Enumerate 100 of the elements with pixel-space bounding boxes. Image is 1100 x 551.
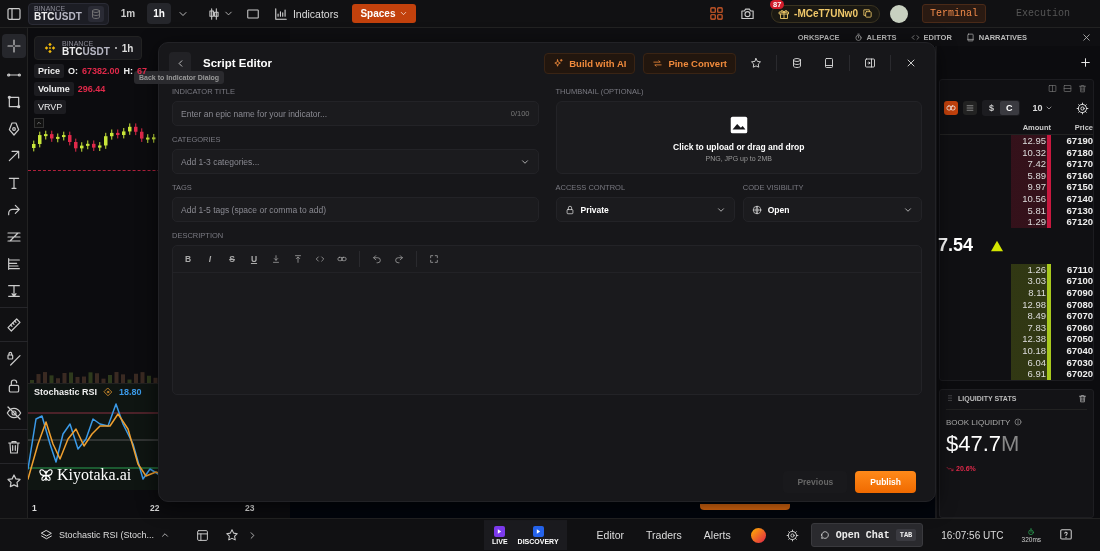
series-label: Price xyxy=(34,64,65,78)
settings-icon[interactable] xyxy=(1076,101,1089,115)
mode-tab[interactable]: Terminal xyxy=(921,4,986,23)
axis-label: 1 xyxy=(32,503,37,513)
axis-label: 23 xyxy=(245,503,255,513)
columns-icon[interactable] xyxy=(1048,84,1057,93)
action-button[interactable]: Pine Convert xyxy=(643,52,736,74)
stat-unit: M xyxy=(1001,430,1020,457)
subscript-icon[interactable] xyxy=(271,254,281,264)
format-button[interactable]: S xyxy=(227,254,237,264)
candle xyxy=(32,140,36,152)
description-editor[interactable]: B I S U xyxy=(172,245,922,395)
nav-link[interactable]: Traders xyxy=(646,529,682,541)
close-icon[interactable] xyxy=(1081,31,1092,43)
interval-tab[interactable]: 1m xyxy=(114,3,142,24)
nav-link[interactable]: Alerts xyxy=(703,529,731,541)
categories-select[interactable]: Add 1-3 categories... xyxy=(181,152,514,171)
candle xyxy=(104,132,108,149)
title-input[interactable]: Enter an epic name for your indicator... xyxy=(181,104,505,123)
format-button[interactable]: U xyxy=(249,254,259,264)
dropdown[interactable]: Open xyxy=(742,197,922,222)
candle xyxy=(152,133,156,143)
user-avatar[interactable] xyxy=(889,4,908,23)
tags-input[interactable]: Add 1-5 tags (space or comma to add) xyxy=(181,200,530,219)
fibonacci-icon[interactable] xyxy=(5,255,22,272)
link-icon[interactable] xyxy=(337,254,347,264)
add-icon[interactable] xyxy=(1079,56,1092,69)
ohlc-label: O: xyxy=(68,66,79,76)
superscript-icon[interactable] xyxy=(293,254,303,264)
star-icon[interactable] xyxy=(5,472,22,489)
settings-icon[interactable] xyxy=(785,528,799,542)
interval-label: 1h xyxy=(121,42,134,54)
currency-toggle[interactable]: C xyxy=(1000,101,1019,115)
candle xyxy=(80,142,84,152)
app-icon xyxy=(532,525,544,537)
square-icon[interactable] xyxy=(245,6,260,21)
format-button[interactable]: I xyxy=(205,254,215,264)
brand-name: Kiyotaka.ai xyxy=(57,466,132,484)
candlestick-icon[interactable] xyxy=(206,6,221,21)
format-button[interactable]: B xyxy=(183,254,193,264)
theme-toggle[interactable] xyxy=(750,527,766,543)
price-cell-text: 67050 xyxy=(1065,333,1093,345)
referral-code: -MCeT7UNw0 xyxy=(794,8,858,19)
spaces-button[interactable]: Spaces xyxy=(352,4,417,23)
gift-icon xyxy=(778,7,791,20)
layout-icon[interactable] xyxy=(196,528,210,542)
measure-icon[interactable] xyxy=(5,282,22,299)
price-cell-text: 67120 xyxy=(1065,216,1093,228)
side-panel-icon[interactable] xyxy=(864,57,876,69)
close-icon[interactable] xyxy=(905,57,917,69)
crosshair-icon[interactable] xyxy=(1,34,26,58)
code-icon[interactable] xyxy=(315,254,325,264)
help-icon[interactable] xyxy=(1059,528,1074,542)
indicator-selector[interactable]: Stochastic RSI (Stoch... xyxy=(40,528,171,542)
copy-icon[interactable] xyxy=(861,8,873,19)
depth-dropdown[interactable]: 10 xyxy=(1032,103,1053,113)
layers-icon xyxy=(40,528,53,542)
trash-icon[interactable] xyxy=(5,438,22,455)
star-icon[interactable] xyxy=(750,57,762,69)
database-icon[interactable] xyxy=(791,57,803,69)
price-cell-text: 67070 xyxy=(1065,310,1093,322)
star-icon[interactable] xyxy=(225,528,240,542)
eye-off-icon[interactable] xyxy=(5,404,22,421)
interval-tab[interactable]: 1h xyxy=(147,3,171,24)
price-cell-text: 67060 xyxy=(1065,321,1093,334)
rectangle-icon[interactable] xyxy=(5,93,22,110)
book-icon[interactable] xyxy=(823,57,835,69)
grid-icon[interactable] xyxy=(709,6,725,21)
indicator-name: Stochastic RSI xyxy=(34,387,98,397)
undo-icon[interactable] xyxy=(372,254,382,264)
trash-icon[interactable] xyxy=(1078,393,1087,403)
volume-bar xyxy=(82,376,86,383)
base-asset: BTC xyxy=(62,46,83,57)
pencil-lock-icon[interactable] xyxy=(5,350,22,367)
price-cell-text: 67030 xyxy=(1065,356,1093,369)
price-cell-text: 67100 xyxy=(1065,275,1093,287)
volume-bar xyxy=(62,373,67,383)
ruler-icon[interactable] xyxy=(5,316,22,333)
sidebar-toggle-icon[interactable] xyxy=(6,5,22,22)
link-icon[interactable] xyxy=(944,101,958,115)
indicator-value: 18.80 xyxy=(119,387,142,397)
candle xyxy=(62,131,66,141)
butterfly-icon xyxy=(38,467,54,483)
currency-toggle[interactable]: $ xyxy=(983,101,1000,115)
redo-icon[interactable] xyxy=(394,254,404,264)
volume-bar xyxy=(75,376,80,383)
categories-field[interactable]: Add 1-3 categories... xyxy=(172,149,539,174)
rows-icon[interactable] xyxy=(1063,84,1072,93)
tags-field[interactable]: Add 1-5 tags (space or comma to add) xyxy=(172,197,539,222)
action-button[interactable]: Build with AI xyxy=(544,52,636,74)
quote-asset: USDT xyxy=(54,12,82,22)
indicators-button[interactable]: Indicators xyxy=(273,6,339,21)
dropdown[interactable]: Private xyxy=(555,197,735,222)
nav-link[interactable]: Editor xyxy=(596,529,625,541)
price-cell-text: 67110 xyxy=(1066,263,1093,276)
fullscreen-icon[interactable] xyxy=(429,254,439,264)
stat-value: $47.7 xyxy=(946,430,1002,457)
price-cell-text: 67040 xyxy=(1065,344,1093,357)
list-icon[interactable] xyxy=(963,101,977,115)
camera-icon[interactable] xyxy=(740,6,756,21)
